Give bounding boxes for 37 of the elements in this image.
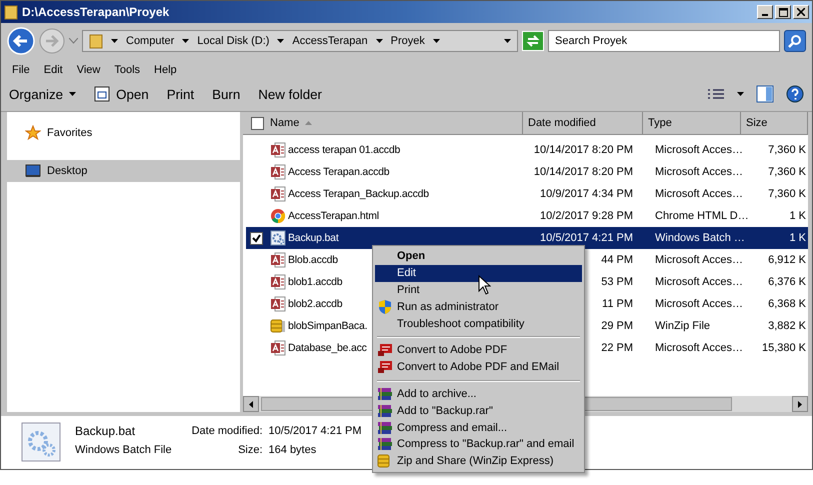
size-cell: 7,360 K [768,166,806,178]
size-cell: 7,360 K [768,188,806,200]
type-cell: WinZip File [655,320,710,332]
size-cell: 6,912 K [768,254,806,266]
date-cell: 22 PM [601,342,633,354]
size-cell: 6,368 K [768,298,806,310]
size-cell: 3,882 K [768,320,806,332]
size-cell: 7,360 K [768,144,806,156]
date-cell: 10/14/2017 8:20 PM [534,166,633,178]
window-title: D:\AccessTerapan\Proyek [22,5,170,19]
date-cell: 53 PM [601,276,633,288]
type-cell: Microsoft Acces… [655,254,744,266]
date-label: Date modified: [190,425,263,437]
size-value: 164 bytes [268,444,316,456]
date-cell: 10/9/2017 4:34 PM [540,188,633,200]
type-cell: Chrome HTML D… [655,210,749,222]
size-label: Size: [237,444,263,456]
size-cell: 15,380 K [762,342,806,354]
size-cell: 6,376 K [768,276,806,288]
type-cell: Windows Batch … [655,232,745,244]
type-cell: Microsoft Acces… [655,342,744,354]
date-cell: 10/14/2017 8:20 PM [534,144,633,156]
type-cell: Microsoft Acces… [655,166,744,178]
size-cell: 1 K [789,210,806,222]
file-type: Windows Batch File [75,444,172,456]
date-value: 10/5/2017 4:21 PM [268,425,362,437]
type-cell: Microsoft Acces… [655,188,744,200]
type-cell: Microsoft Acces… [655,298,744,310]
date-cell: 11 PM [602,298,633,310]
type-cell: Microsoft Acces… [655,276,744,288]
date-cell: 10/2/2017 9:28 PM [540,210,633,222]
size-cell: 1 K [789,232,806,244]
file-name: Backup.bat [75,424,136,438]
date-cell: 29 PM [601,320,633,332]
type-cell: Microsoft Acces… [655,144,744,156]
date-cell: 10/5/2017 4:21 PM [540,232,633,244]
date-cell: 44 PM [601,254,633,266]
